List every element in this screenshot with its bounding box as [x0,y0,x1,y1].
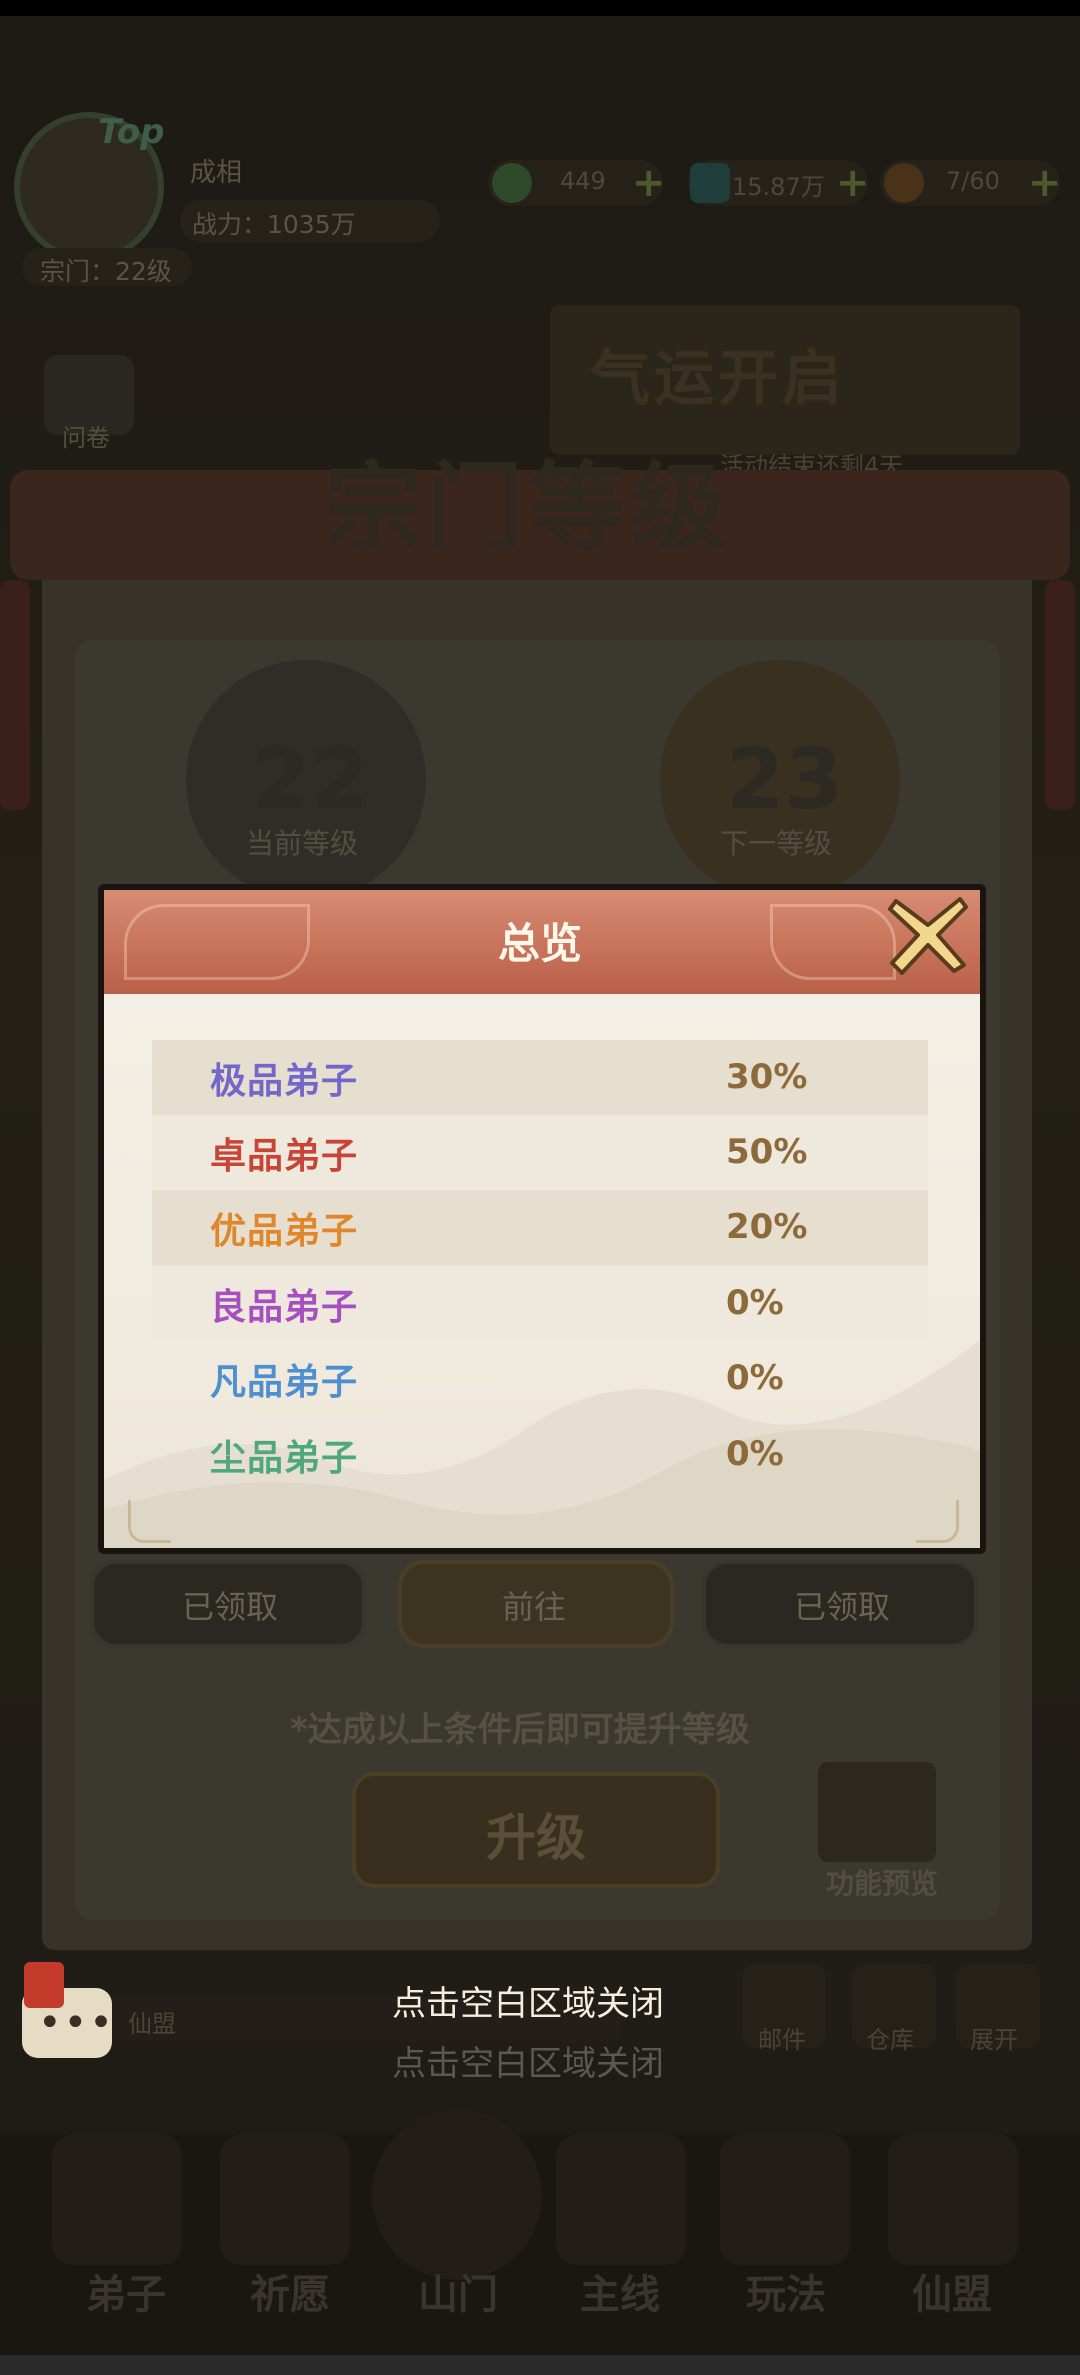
grade-value-3: 20% [726,1207,808,1247]
upgrade-condition-note: *达成以上条件后即可提升等级 [290,1710,750,1750]
red-packet-icon[interactable] [24,1962,64,2008]
jade-icon [492,163,532,203]
corner-ornament-left [128,1500,171,1543]
nav-gameplay[interactable]: 玩法 [746,2262,826,2320]
grade-name-4: 良品弟子 [210,1287,359,1328]
sect-level-text: 宗门：22级 [40,257,172,286]
gameplay-nav-icon[interactable] [720,2135,850,2265]
upgrade-label: 升级 [486,1809,586,1867]
next-level-label: 下一等级 [720,827,833,860]
close-tip-echo: 点击空白区域关闭 [392,2044,664,2084]
close-button[interactable] [884,890,972,980]
grade-name-1: 极品弟子 [210,1061,359,1102]
grade-value-6: 0% [726,1434,784,1474]
resource-jade-value: 449 [560,167,606,195]
scroll-tassel-right [1045,580,1075,810]
mainline-nav-icon[interactable] [556,2135,686,2265]
resource-stone-value: 15.87万 [732,173,825,201]
prayer-nav-icon[interactable] [220,2135,350,2265]
gate-nav-icon[interactable] [372,2110,542,2280]
peach-icon [884,163,924,203]
scroll-icon[interactable] [818,1762,936,1862]
corner-ornament-right [916,1500,959,1543]
add-stone-button[interactable]: + [836,160,870,206]
grade-name-6: 尘品弟子 [210,1438,359,1479]
resource-peach-value: 7/60 [946,167,1000,195]
sect-level-title: 宗门等级 [325,452,733,564]
nav-alliance[interactable]: 仙盟 [912,2262,992,2320]
grade-name-3: 优品弟子 [210,1211,359,1252]
spirit-stone-icon [690,163,730,203]
nav-prayer[interactable]: 祈愿 [250,2262,330,2320]
gesture-bar [0,2355,1080,2375]
task-goto-label: 前往 [502,1588,567,1626]
grade-name-5: 凡品弟子 [210,1362,359,1403]
current-level-number: 22 [252,730,369,828]
nav-disciples[interactable]: 弟子 [86,2262,166,2320]
survey-label: 问卷 [62,424,110,452]
grade-value-1: 30% [726,1057,808,1097]
mail-label: 邮件 [758,2026,806,2054]
grade-value-2: 50% [726,1132,808,1172]
nav-mainline[interactable]: 主线 [580,2262,660,2320]
grade-value-5: 0% [726,1358,784,1398]
combat-power: 战力：1035万 [192,210,356,239]
disciples-nav-icon[interactable] [52,2135,182,2265]
feature-preview-label: 功能预览 [826,1867,939,1900]
close-tip: 点击空白区域关闭 [392,1984,664,2024]
event-title: 气运开启 [590,344,846,414]
next-level-number: 23 [726,730,843,828]
warehouse-label: 仓库 [866,2026,914,2054]
player-name: 成相 [190,158,243,188]
add-peach-button[interactable]: + [1028,160,1062,206]
grade-value-4: 0% [726,1283,784,1323]
alliance-nav-icon[interactable] [888,2135,1018,2265]
current-level-label: 当前等级 [246,827,359,860]
grade-name-2: 卓品弟子 [210,1136,359,1177]
chat-channel: 仙盟 [128,2010,176,2038]
top-tag: Top [98,112,165,152]
expand-label: 展开 [970,2026,1018,2054]
nav-gate[interactable]: 山门 [418,2262,498,2320]
scroll-tassel-left [0,580,30,810]
task-claimed-label-2: 已领取 [794,1588,891,1626]
add-jade-button[interactable]: + [632,160,666,206]
task-claimed-label-1: 已领取 [182,1588,279,1626]
status-bar [0,0,1080,16]
close-icon [888,897,968,975]
